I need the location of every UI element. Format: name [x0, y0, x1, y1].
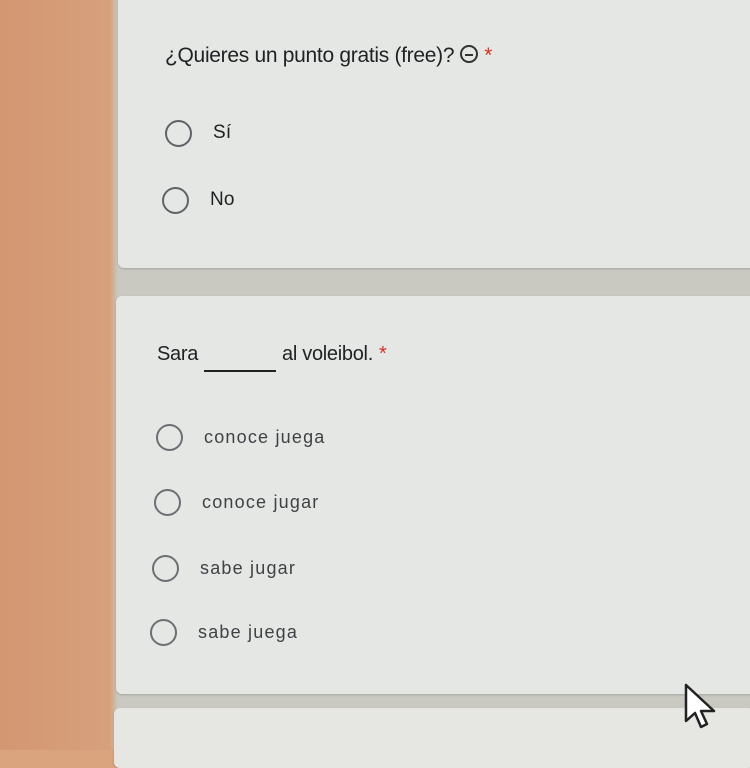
mouse-pointer-icon — [684, 683, 716, 729]
option-label: sabe jugar — [200, 558, 297, 578]
question-1-title: ¿Quieres un punto gratis (free)? * — [165, 44, 492, 68]
radio-button[interactable] — [165, 120, 192, 147]
emoji-icon — [460, 45, 479, 63]
option-label: Sí — [213, 122, 232, 143]
question-2-title: Sara al voleibol. * — [157, 343, 387, 372]
radio-button[interactable] — [162, 187, 189, 214]
fill-in-blank — [204, 370, 277, 372]
option-label: conoce jugar — [202, 492, 320, 512]
radio-button[interactable] — [150, 619, 177, 646]
radio-button[interactable] — [152, 555, 179, 582]
option-label: conoce juega — [204, 427, 326, 447]
option-label: sabe juega — [198, 622, 299, 642]
radio-button[interactable] — [156, 424, 183, 451]
question-2-text-before: Sara — [157, 343, 199, 365]
required-asterisk: * — [484, 44, 493, 67]
option-label: No — [210, 189, 235, 210]
question-card-3 — [114, 708, 750, 768]
radio-button[interactable] — [154, 489, 181, 516]
question-2-text-after: al voleibol. — [282, 343, 373, 365]
required-asterisk: * — [378, 343, 387, 365]
question-1-text: ¿Quieres un punto gratis (free)? — [165, 44, 455, 67]
